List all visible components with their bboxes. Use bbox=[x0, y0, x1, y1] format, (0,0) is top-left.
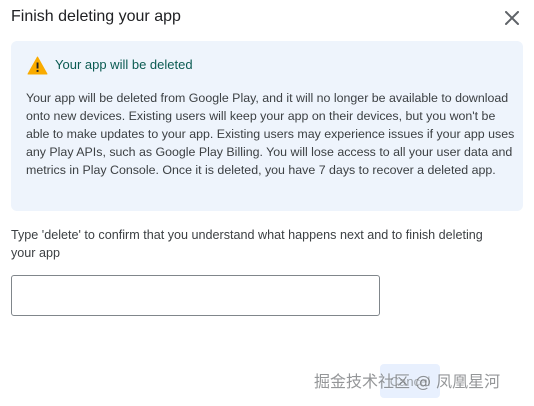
warning-title: Your app will be deleted bbox=[55, 57, 193, 72]
warning-triangle-icon bbox=[27, 56, 48, 75]
delete-app-dialog: Finish deleting your app Your app will b… bbox=[0, 0, 534, 406]
dialog-title: Finish deleting your app bbox=[11, 8, 181, 25]
delete-confirmation-input[interactable] bbox=[11, 275, 380, 316]
close-button[interactable] bbox=[501, 7, 523, 29]
cancel-button[interactable]: Cancel bbox=[380, 364, 440, 398]
confirm-label: Type 'delete' to confirm that you unders… bbox=[11, 228, 483, 260]
warning-panel: Your app will be deleted Your app will b… bbox=[11, 41, 523, 211]
dialog-header: Finish deleting your app bbox=[0, 0, 534, 34]
warning-body: Your app will be deleted from Google Pla… bbox=[26, 91, 515, 177]
close-icon bbox=[505, 11, 519, 25]
